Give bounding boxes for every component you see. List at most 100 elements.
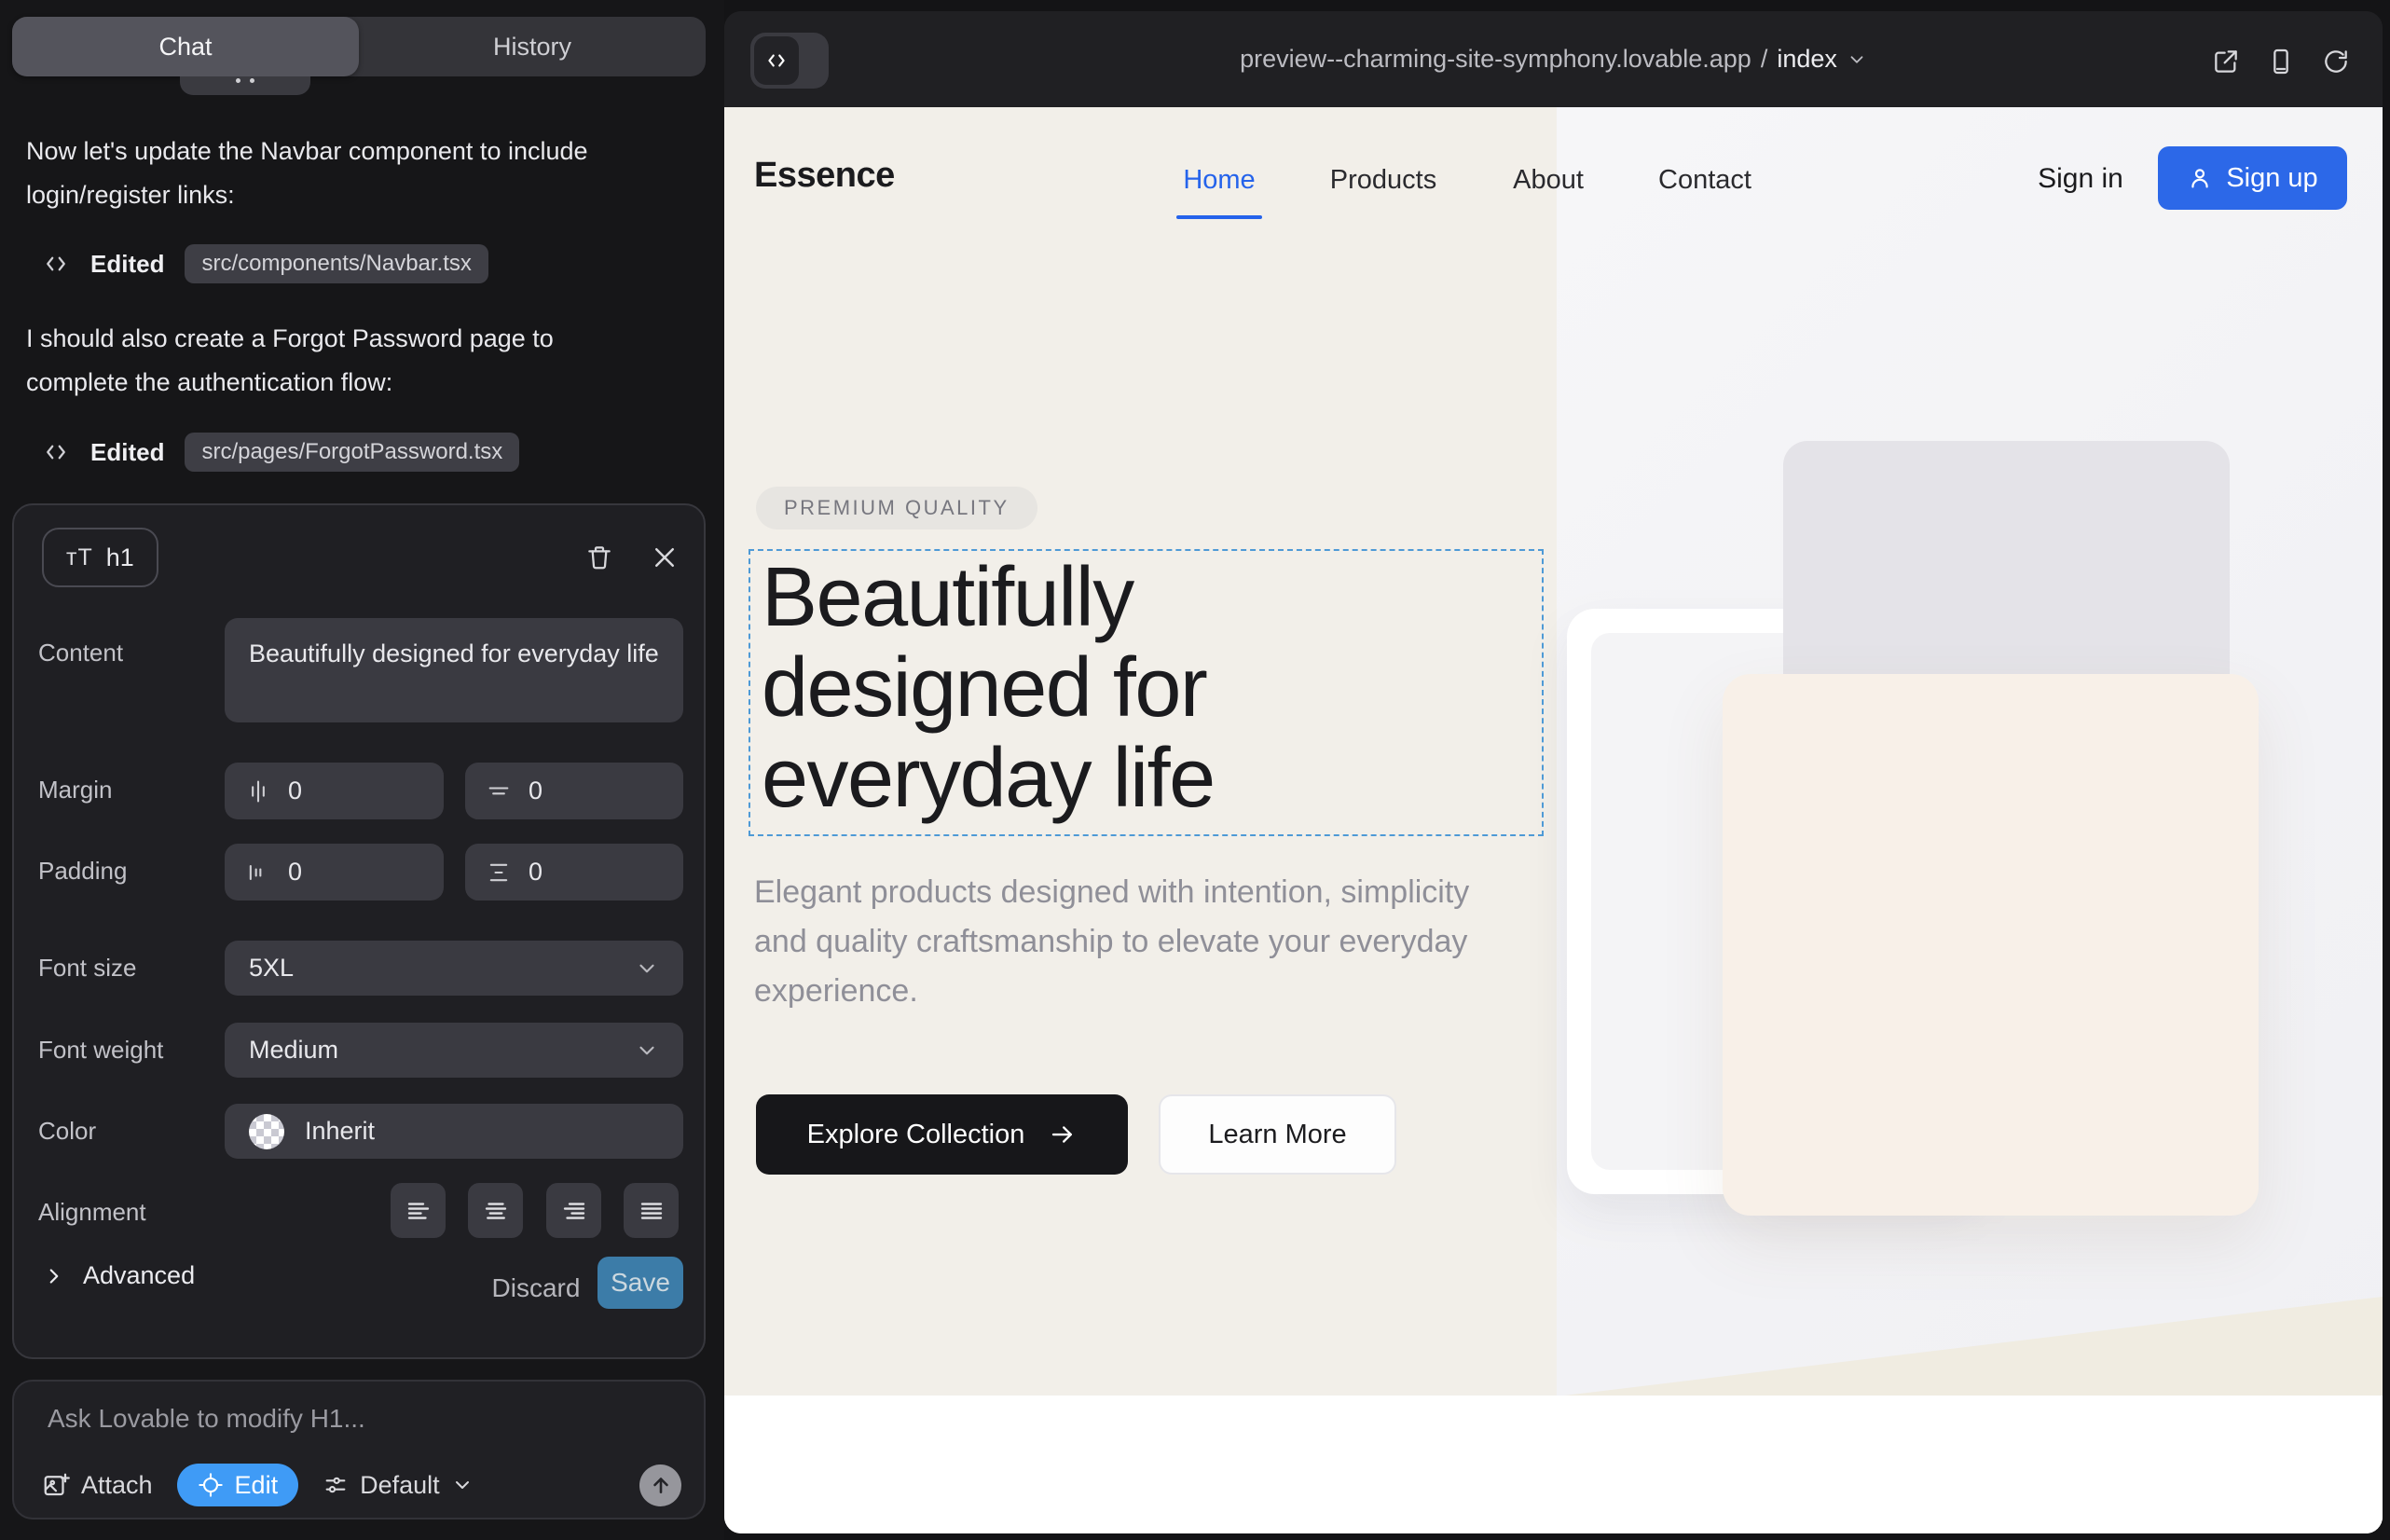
font-weight-select[interactable]: Medium: [225, 1023, 683, 1078]
margin-x-input[interactable]: 0: [225, 763, 444, 819]
chevron-down-icon: [635, 956, 659, 981]
preview-window: preview--charming-site-symphony.lovable.…: [724, 11, 2383, 1533]
align-justify-button[interactable]: [624, 1183, 679, 1238]
phone-icon: [2266, 47, 2296, 76]
chat-message: I should also create a Forgot Password p…: [26, 317, 660, 405]
refresh-button[interactable]: [2319, 45, 2353, 78]
chevron-down-icon: [451, 1474, 474, 1496]
chat-composer: Ask Lovable to modify H1... Attach Edit …: [12, 1380, 706, 1519]
color-select[interactable]: Inherit: [225, 1104, 683, 1159]
align-right-button[interactable]: [546, 1183, 601, 1238]
mobile-view-button[interactable]: [2264, 45, 2298, 78]
content-input[interactable]: Beautifully designed for everyday life: [225, 618, 683, 722]
next-section-strip: [724, 1396, 2383, 1533]
app-window: Chat History Now let's update the Navbar…: [0, 0, 2390, 1540]
file-chip[interactable]: src/components/Navbar.tsx: [185, 244, 488, 283]
color-value: Inherit: [305, 1117, 375, 1146]
transparent-swatch-icon: [249, 1114, 284, 1149]
external-link-icon: [2211, 47, 2241, 76]
margin-vertical-icon: [486, 778, 512, 804]
decorative-card-beige: [1723, 674, 2259, 1216]
margin-label: Margin: [38, 776, 112, 804]
chat-history-tabbar: Chat History: [12, 17, 706, 76]
close-icon[interactable]: [646, 539, 683, 576]
selected-element-badge: тT h1: [42, 528, 158, 587]
tab-history[interactable]: History: [359, 17, 706, 76]
target-icon: [198, 1472, 224, 1498]
scrolled-chip-peek: [180, 76, 310, 95]
sign-in-link[interactable]: Sign in: [2011, 163, 2150, 195]
url-separator: /: [1761, 45, 1768, 74]
nav-link-about[interactable]: About: [1513, 165, 1584, 196]
padding-vertical-icon: [486, 859, 512, 886]
attach-button[interactable]: Attach: [42, 1471, 153, 1500]
refresh-icon: [2321, 47, 2351, 76]
sign-up-button[interactable]: Sign up: [2158, 146, 2347, 210]
padding-y-input[interactable]: 0: [465, 844, 683, 901]
font-weight-label: Font weight: [38, 1036, 163, 1065]
save-button[interactable]: Save: [598, 1257, 683, 1309]
delete-element-button[interactable]: [581, 539, 618, 576]
nav-link-home[interactable]: Home: [1183, 165, 1255, 196]
chat-message: Now let's update the Navbar component to…: [26, 130, 660, 217]
nav-active-underline: [1176, 215, 1262, 219]
hero-subtext: Elegant products designed with intention…: [754, 868, 1509, 1016]
default-label: Default: [360, 1471, 440, 1500]
advanced-expander[interactable]: Advanced: [42, 1261, 195, 1290]
arrow-up-icon: [649, 1473, 673, 1497]
edited-file-row: Edited src/pages/ForgotPassword.tsx: [42, 429, 519, 475]
alignment-label: Alignment: [38, 1198, 146, 1227]
edited-label: Edited: [90, 438, 164, 467]
typography-icon: тT: [66, 544, 93, 571]
discard-button[interactable]: Discard: [480, 1261, 592, 1315]
code-icon: [754, 36, 799, 85]
align-center-button[interactable]: [468, 1183, 523, 1238]
send-button[interactable]: [639, 1464, 681, 1506]
margin-horizontal-icon: [245, 778, 271, 804]
align-left-button[interactable]: [391, 1183, 446, 1238]
default-mode-dropdown[interactable]: Default: [323, 1471, 474, 1500]
open-external-button[interactable]: [2209, 45, 2243, 78]
element-tag: h1: [106, 543, 134, 572]
color-label: Color: [38, 1117, 96, 1146]
composer-toolbar: Attach Edit Default: [42, 1464, 681, 1506]
file-chip[interactable]: src/pages/ForgotPassword.tsx: [185, 433, 519, 472]
learn-more-button[interactable]: Learn More: [1159, 1094, 1396, 1175]
font-size-select[interactable]: 5XL: [225, 941, 683, 996]
arrow-right-icon: [1049, 1121, 1077, 1148]
font-size-value: 5XL: [249, 954, 294, 983]
url-bar[interactable]: preview--charming-site-symphony.lovable.…: [724, 11, 2383, 107]
nav-link-products[interactable]: Products: [1330, 165, 1436, 196]
chevron-down-icon: [1847, 49, 1867, 70]
tab-chat[interactable]: Chat: [12, 17, 359, 76]
element-editor-panel: тT h1 Content Beautifully designed for e…: [12, 503, 706, 1359]
edit-mode-button[interactable]: Edit: [177, 1464, 299, 1506]
padding-horizontal-icon: [245, 859, 271, 886]
user-icon: [2187, 165, 2213, 191]
margin-y-input[interactable]: 0: [465, 763, 683, 819]
padding-y-value: 0: [529, 858, 543, 887]
chevron-down-icon: [635, 1038, 659, 1063]
site-page: Essence Home Products About Contact Sign…: [724, 107, 2383, 1533]
margin-y-value: 0: [529, 777, 543, 805]
hero-headline[interactable]: Beautifully designed for everyday life: [762, 553, 1215, 824]
advanced-label: Advanced: [83, 1261, 195, 1290]
composer-input[interactable]: Ask Lovable to modify H1...: [48, 1404, 365, 1434]
browser-chrome: preview--charming-site-symphony.lovable.…: [724, 11, 2383, 107]
code-view-toggle[interactable]: [750, 33, 829, 89]
nav-link-contact[interactable]: Contact: [1658, 165, 1751, 196]
font-size-label: Font size: [38, 954, 137, 983]
edit-label: Edit: [235, 1471, 279, 1500]
explore-collection-button[interactable]: Explore Collection: [756, 1094, 1128, 1175]
url-domain: preview--charming-site-symphony.lovable.…: [1240, 45, 1751, 74]
headline-line: designed for: [762, 643, 1215, 734]
premium-quality-badge: PREMIUM QUALITY: [756, 487, 1037, 529]
site-brand[interactable]: Essence: [754, 156, 895, 196]
headline-line: everyday life: [762, 734, 1215, 824]
sign-up-label: Sign up: [2226, 163, 2317, 194]
attach-image-icon: [42, 1471, 70, 1499]
url-path[interactable]: index: [1777, 45, 1837, 74]
padding-label: Padding: [38, 857, 127, 886]
lovable-sidebar: Chat History Now let's update the Navbar…: [0, 0, 724, 1540]
padding-x-input[interactable]: 0: [225, 844, 444, 901]
